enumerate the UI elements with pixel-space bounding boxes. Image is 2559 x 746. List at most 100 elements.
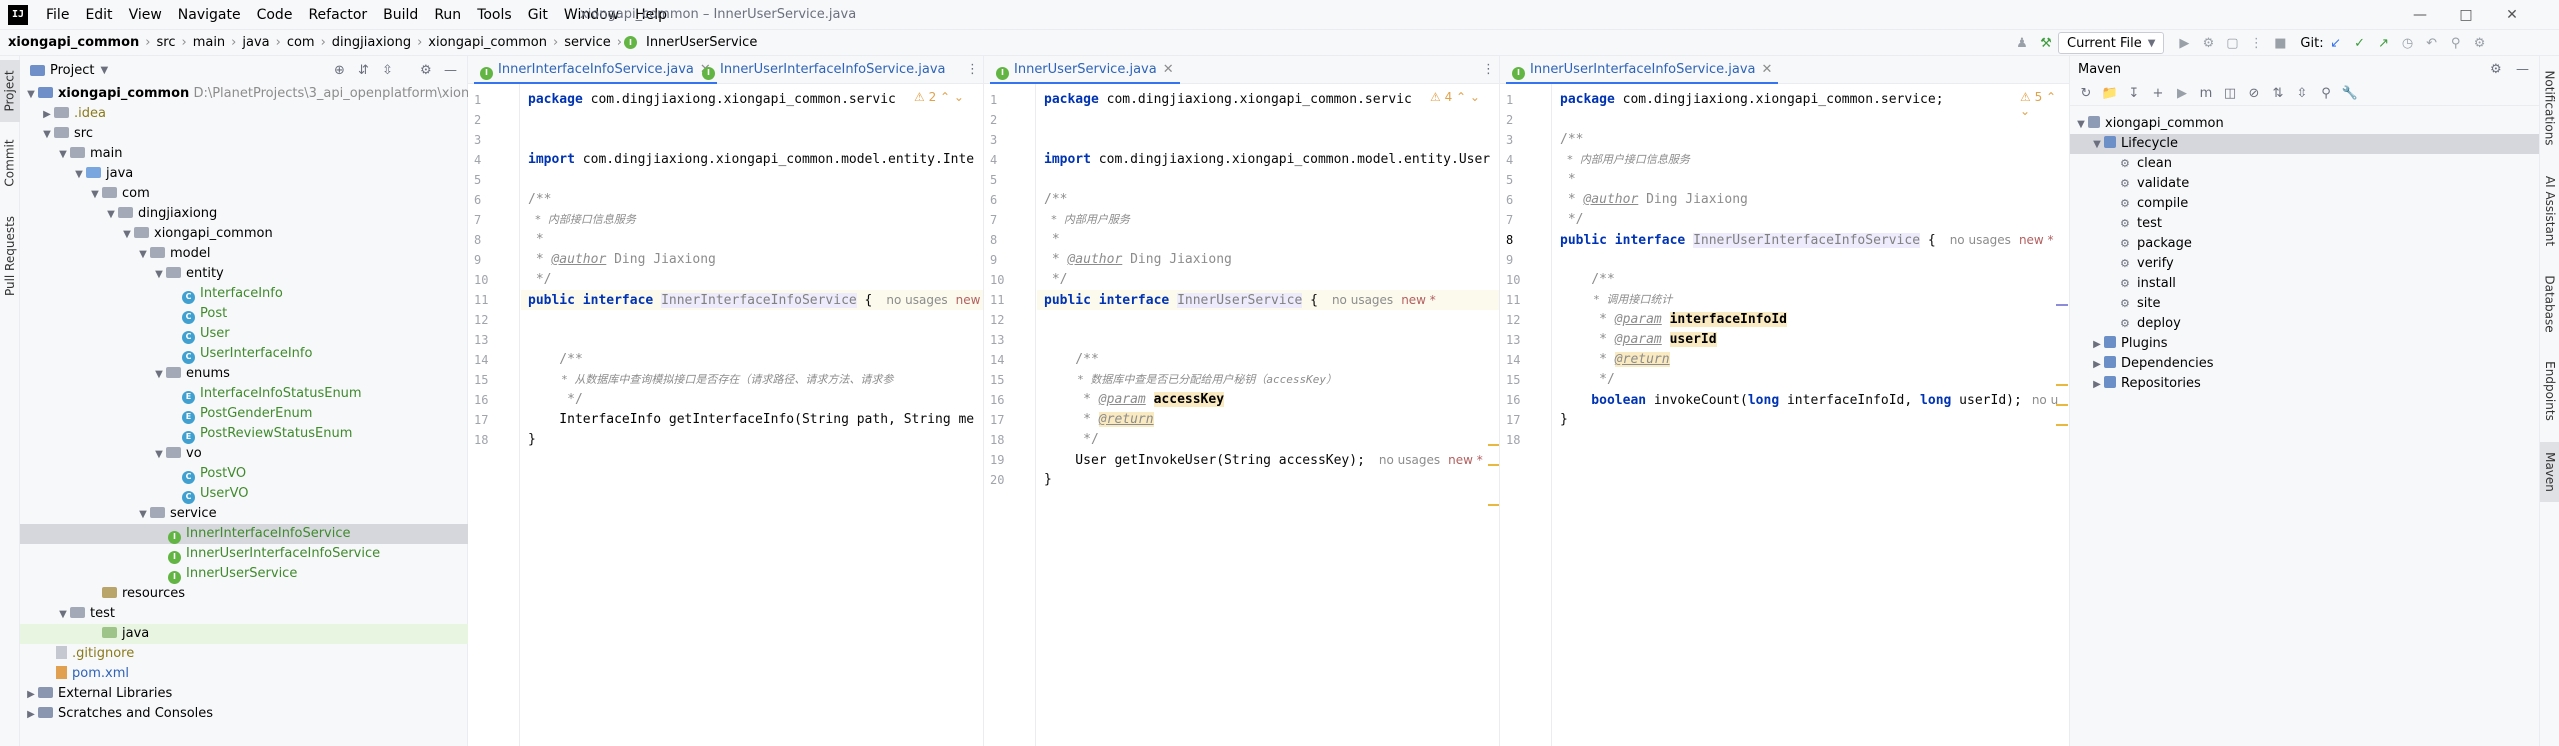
debug-icon[interactable]: ⚙ (2196, 32, 2220, 54)
error-stripe-mark[interactable] (2056, 424, 2068, 426)
error-stripe-mark[interactable] (1488, 444, 1499, 446)
menu-run[interactable]: Run (426, 0, 469, 30)
project-panel-title[interactable]: Project (50, 63, 94, 78)
execute-goal-icon[interactable]: m (2194, 83, 2218, 105)
maven-phase[interactable]: ⚙ package (2070, 234, 2539, 254)
tab-menu-icon[interactable]: ⋮ (1478, 56, 1499, 84)
editor-tab[interactable]: I InnerUserInterfaceInfoService.java (696, 56, 952, 84)
menu-refactor[interactable]: Refactor (300, 0, 375, 30)
reload-icon[interactable]: ↻ (2074, 83, 2098, 105)
chevron-down-icon[interactable]: ▼ (100, 65, 108, 76)
maven-phase[interactable]: ⚙ deploy (2070, 314, 2539, 334)
maven-phase[interactable]: ⚙ test (2070, 214, 2539, 234)
menu-navigate[interactable]: Navigate (170, 0, 249, 30)
tree-node-interface-selected[interactable]: I InnerInterfaceInfoService (20, 524, 468, 544)
maven-lifecycle-node[interactable]: ▼ Lifecycle (2070, 134, 2539, 154)
tree-node-interface[interactable]: I InnerUserInterfaceInfoService (20, 544, 468, 564)
warning-indicator[interactable]: ⚠ 5 ⌃ ⌄ (2020, 90, 2069, 118)
warning-indicator[interactable]: ⚠ 2 ⌃ ⌄ (914, 90, 964, 104)
error-stripe-mark[interactable] (2056, 384, 2068, 386)
tool-tab-pull-requests[interactable]: Pull Requests (0, 204, 20, 308)
editor-tab[interactable]: IInnerInterfaceInfoService.java✕ (474, 56, 717, 84)
expand-all-icon[interactable]: ⇵ (358, 63, 369, 78)
menu-edit[interactable]: Edit (77, 0, 120, 30)
git-push-icon[interactable]: ↗ (2372, 32, 2396, 54)
coverage-icon[interactable]: ▢ (2220, 32, 2244, 54)
user-icon[interactable]: ♟ (2010, 32, 2034, 54)
breadcrumb-item[interactable]: xiongapi_common (424, 35, 551, 50)
tree-node-class[interactable]: C InterfaceInfo (20, 284, 468, 304)
maven-project-node[interactable]: ▼ xiongapi_common (2070, 114, 2539, 134)
tree-node-service[interactable]: ▼ service (20, 504, 468, 524)
run-config-select[interactable]: Current File ▼ (2058, 32, 2165, 54)
settings-gear-icon[interactable]: ⚙ (2468, 32, 2492, 54)
breadcrumb-item[interactable]: src (153, 35, 180, 50)
tree-node-test[interactable]: ▼ test (20, 604, 468, 624)
collapse-all-icon[interactable]: ⇳ (2290, 83, 2314, 105)
tool-tab-notifications[interactable]: Notifications (2540, 62, 2559, 154)
show-dependencies-icon[interactable]: ⇅ (2266, 83, 2290, 105)
breadcrumb-item[interactable]: InnerUserService (642, 35, 761, 50)
maven-phase[interactable]: ⚙ site (2070, 294, 2539, 314)
tree-node-scratches[interactable]: ▶ Scratches and Consoles (20, 704, 468, 724)
tool-tab-endpoints[interactable]: Endpoints (2540, 352, 2559, 430)
tree-node-enums[interactable]: ▼ enums (20, 364, 468, 384)
breadcrumb-item[interactable]: service (560, 35, 615, 50)
editor-tab[interactable]: I InnerUserService.java ✕ (990, 56, 1180, 84)
hide-panel-icon[interactable]: — (444, 63, 457, 78)
skip-tests-icon[interactable]: ⊘ (2242, 83, 2266, 105)
tree-node-class[interactable]: C UserVO (20, 484, 468, 504)
breadcrumb-item[interactable]: dingjiaxiong (328, 35, 415, 50)
breadcrumb-item[interactable]: com (283, 35, 319, 50)
git-update-icon[interactable]: ↙ (2324, 32, 2348, 54)
tree-node-class[interactable]: C UserInterfaceInfo (20, 344, 468, 364)
git-commit-icon[interactable]: ✓ (2348, 32, 2372, 54)
maven-phase[interactable]: ⚙ validate (2070, 174, 2539, 194)
breadcrumb-item[interactable]: xiongapi_common (0, 35, 143, 50)
collapse-all-icon[interactable]: ⇳ (382, 63, 393, 78)
menu-file[interactable]: File (38, 0, 77, 30)
tool-tab-project[interactable]: Project (0, 60, 20, 122)
git-rollback-icon[interactable]: ↶ (2420, 32, 2444, 54)
tree-node-com[interactable]: ▼ com (20, 184, 468, 204)
stop-icon[interactable]: ■ (2268, 32, 2292, 54)
locate-icon[interactable]: ⊕ (334, 63, 345, 78)
generate-sources-icon[interactable]: 📁 (2098, 83, 2122, 105)
close-window-icon[interactable]: ✕ (2489, 0, 2535, 30)
error-stripe-mark[interactable] (1488, 464, 1499, 466)
menu-build[interactable]: Build (375, 0, 426, 30)
warning-indicator[interactable]: ⚠ 4 ⌃ ⌄ (1430, 90, 1480, 104)
close-tab-icon[interactable]: ✕ (1163, 62, 1174, 77)
tree-node-java[interactable]: ▼ java (20, 164, 468, 184)
panel-settings-icon[interactable]: ⚙ (420, 63, 432, 78)
tool-tab-ai-assistant[interactable]: AI Assistant (2540, 166, 2559, 256)
wrench-icon[interactable]: 🔧 (2338, 83, 2362, 105)
error-stripe-mark[interactable] (2056, 304, 2068, 306)
breadcrumb-item[interactable]: java (238, 35, 273, 50)
menu-git[interactable]: Git (520, 0, 556, 30)
tree-node-root[interactable]: ▼ xiongapi_common D:\PlanetProjects\3_api… (20, 84, 512, 104)
tree-node-idea[interactable]: ▶ .idea (20, 104, 468, 124)
minimize-icon[interactable]: — (2397, 0, 2443, 30)
menu-view[interactable]: View (121, 0, 170, 30)
maven-phase[interactable]: ⚙ clean (2070, 154, 2539, 174)
download-icon[interactable]: ↧ (2122, 83, 2146, 105)
tree-node-dingjiaxiong[interactable]: ▼ dingjiaxiong (20, 204, 468, 224)
maven-phase[interactable]: ⚙ verify (2070, 254, 2539, 274)
tree-node-interface[interactable]: I InnerUserService (20, 564, 468, 584)
maven-plugins-node[interactable]: ▶ Plugins (2070, 334, 2539, 354)
build-hammer-icon[interactable]: ⚒ (2034, 32, 2058, 54)
tree-node-enum[interactable]: E InterfaceInfoStatusEnum (20, 384, 468, 404)
panel-settings-icon[interactable]: ⚙ (2490, 62, 2502, 77)
tree-node-class[interactable]: C Post (20, 304, 468, 324)
tool-tab-maven[interactable]: Maven (2540, 442, 2559, 502)
maven-phase[interactable]: ⚙ install (2070, 274, 2539, 294)
run-icon[interactable]: ▶ (2172, 32, 2196, 54)
run-icon[interactable]: ▶ (2170, 83, 2194, 105)
maximize-icon[interactable]: □ (2443, 0, 2489, 30)
tree-node-class[interactable]: C User (20, 324, 468, 344)
tree-node-vo[interactable]: ▼ vo (20, 444, 468, 464)
search-everywhere-icon[interactable]: ⚲ (2444, 32, 2468, 54)
git-history-icon[interactable]: ◷ (2396, 32, 2420, 54)
tree-node-gitignore[interactable]: .gitignore (20, 644, 468, 664)
